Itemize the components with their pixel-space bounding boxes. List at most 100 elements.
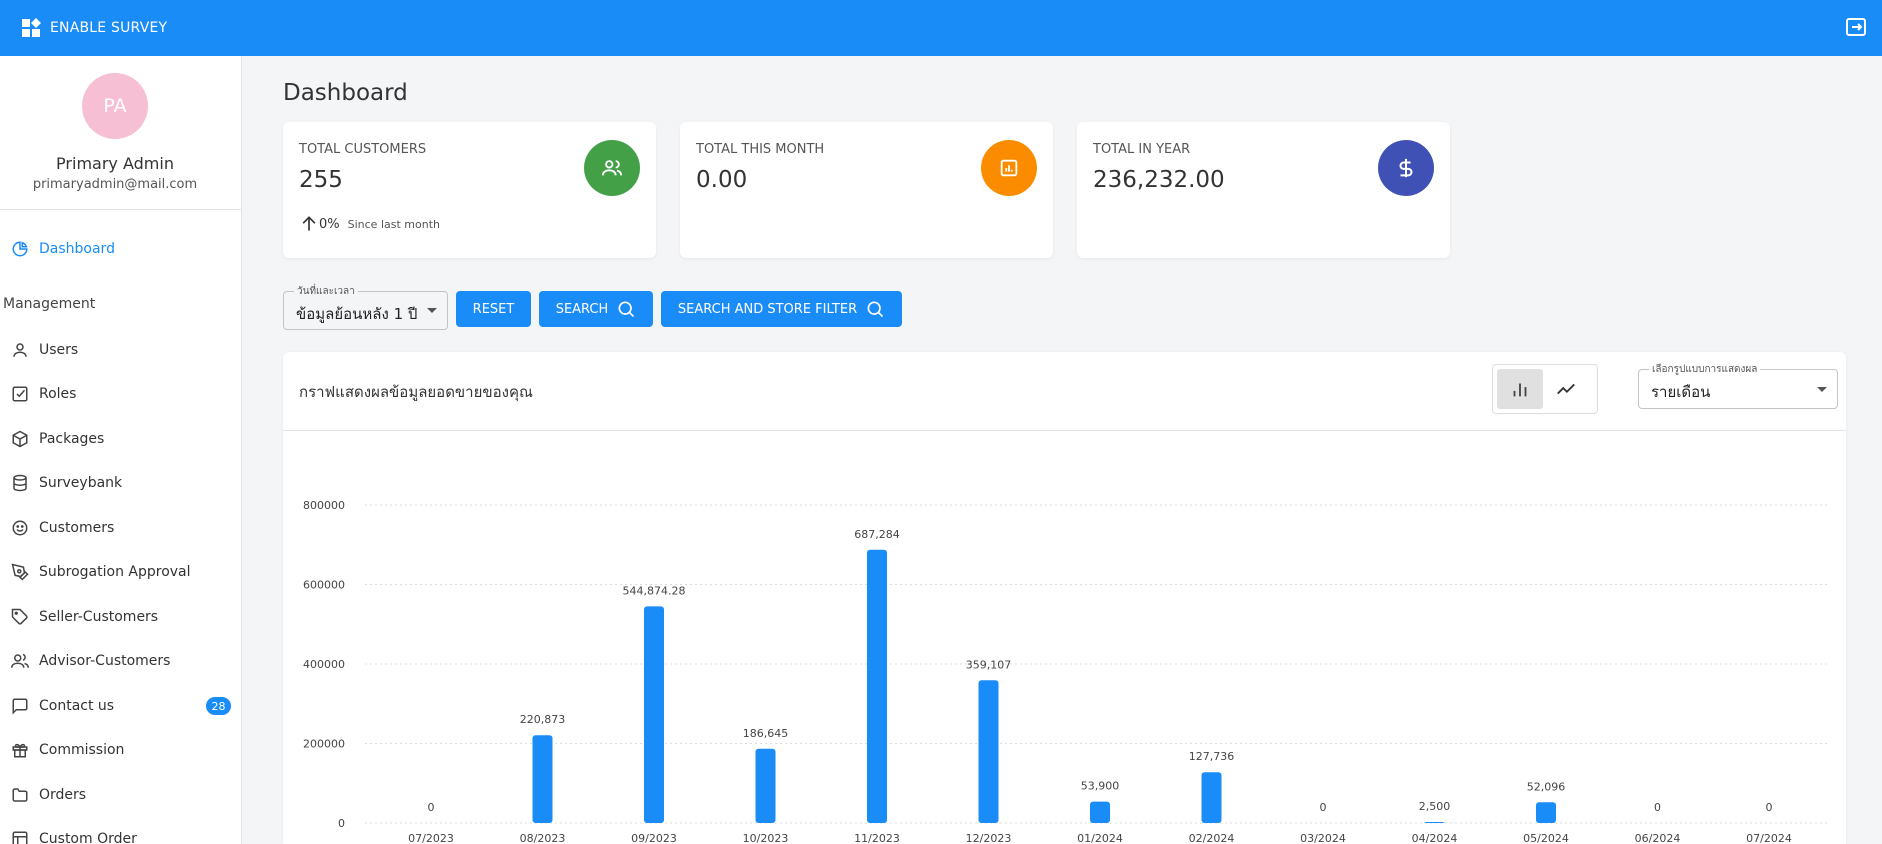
- search-icon: [618, 301, 635, 318]
- sidebar-item-customers[interactable]: Customers: [10, 510, 235, 546]
- sidebar: PA Primary Admin primaryadmin@mail.com D…: [0, 56, 242, 844]
- bar-value-label: 52,096: [1527, 780, 1566, 793]
- date-range-legend: วันที่และเวลา: [294, 284, 358, 299]
- search-store-button-label: SEARCH AND STORE FILTER: [677, 301, 858, 317]
- x-tick-label: 06/2024: [1635, 832, 1681, 844]
- search-and-store-filter-button[interactable]: SEARCH AND STORE FILTER: [661, 291, 902, 327]
- user-icon: [10, 340, 30, 360]
- y-tick-label: 400000: [303, 658, 345, 671]
- reset-button-label: RESET: [472, 301, 515, 317]
- sidebar-item-label: Users: [39, 342, 79, 358]
- bar-value-label: 2,500: [1419, 800, 1451, 813]
- bar-value-label: 127,736: [1189, 750, 1235, 763]
- pie-chart-icon: [10, 239, 30, 259]
- sidebar-item-packages[interactable]: Packages: [10, 421, 235, 457]
- date-range-select[interactable]: วันที่และเวลา ข้อมูลย้อนหลัง 1 ปี: [283, 284, 448, 330]
- reset-button[interactable]: RESET: [456, 291, 531, 327]
- card-total-customers: TOTAL CUSTOMERS 255 0% Since last month: [283, 122, 656, 258]
- sidebar-item-label: Orders: [39, 787, 87, 803]
- x-tick-label: 04/2024: [1412, 832, 1458, 844]
- arrow-up-icon: [302, 216, 316, 231]
- card-label: TOTAL IN YEAR: [1093, 142, 1191, 157]
- display-mode-legend: เลือกรูปแบบการแสดงผล: [1649, 362, 1761, 377]
- display-mode-value: รายเดือน: [1651, 383, 1711, 401]
- sidebar-item-surveybank[interactable]: Surveybank: [10, 465, 235, 501]
- sidebar-item-subrogation-approval[interactable]: Subrogation Approval: [10, 554, 235, 590]
- sidebar-item-label: Dashboard: [39, 241, 115, 257]
- bar: [1536, 802, 1556, 823]
- sidebar-item-roles[interactable]: Roles: [10, 376, 235, 412]
- sidebar-item-label: Customers: [39, 520, 115, 536]
- sidebar-item-advisor-customers[interactable]: Advisor-Customers: [10, 643, 235, 679]
- bar: [1424, 822, 1445, 824]
- card-label: TOTAL CUSTOMERS: [299, 142, 427, 157]
- display-mode-select[interactable]: เลือกรูปแบบการแสดงผล รายเดือน: [1638, 362, 1838, 409]
- top-app-bar: ENABLE SURVEY: [0, 0, 1882, 56]
- search-button[interactable]: SEARCH: [539, 291, 653, 327]
- bar-value-label: 0: [1766, 801, 1773, 814]
- sidebar-item-dashboard[interactable]: Dashboard: [10, 231, 235, 267]
- card-value: 0.00: [696, 167, 748, 193]
- sidebar-item-users[interactable]: Users: [10, 332, 235, 368]
- x-tick-label: 09/2023: [631, 832, 677, 844]
- package-icon: [10, 429, 30, 449]
- bar: [1090, 801, 1110, 823]
- logout-icon[interactable]: [1844, 15, 1868, 39]
- card-total-this-month: TOTAL THIS MONTH 0.00: [680, 122, 1053, 258]
- x-tick-label: 07/2024: [1746, 832, 1792, 844]
- users-icon: [10, 651, 30, 671]
- sidebar-divider: [0, 209, 241, 210]
- x-tick-label: 07/2023: [408, 832, 454, 844]
- sidebar-item-label: Subrogation Approval: [39, 564, 191, 580]
- bar-value-label: 220,873: [520, 713, 566, 726]
- folder-icon: [10, 785, 30, 805]
- tag-icon: [10, 607, 30, 627]
- x-tick-label: 01/2024: [1077, 832, 1123, 844]
- sales-bar-chart: 0 200000 400000 600000 800000 0 07/2023 220,873…: [303, 499, 1828, 844]
- card-label: TOTAL THIS MONTH: [696, 142, 825, 157]
- dashboard-logo-icon: [21, 18, 41, 38]
- x-tick-label: 10/2023: [743, 832, 789, 844]
- sidebar-item-label: Custom Order: [39, 831, 137, 844]
- chart-type-toggle: [1492, 364, 1598, 414]
- sidebar-item-custom-order[interactable]: Custom Order: [10, 821, 235, 844]
- card-total-in-year: TOTAL IN YEAR 236,232.00: [1077, 122, 1450, 258]
- bar: [644, 606, 664, 823]
- bar-chart-toggle[interactable]: [1497, 369, 1543, 409]
- avatar[interactable]: PA: [82, 73, 148, 139]
- sidebar-item-label: Commission: [39, 742, 125, 758]
- line-chart-toggle[interactable]: [1543, 369, 1589, 409]
- bar: [978, 680, 999, 823]
- report-icon: [981, 140, 1037, 196]
- bar: [1201, 772, 1222, 823]
- sidebar-item-seller-customers[interactable]: Seller-Customers: [10, 599, 235, 635]
- y-tick-label: 0: [338, 817, 345, 830]
- sidebar-item-label: Roles: [39, 386, 77, 402]
- bar-value-label: 544,874.28: [623, 584, 686, 597]
- contact-count-badge: 28: [206, 697, 231, 715]
- sidebar-item-commission[interactable]: Commission: [10, 732, 235, 768]
- x-tick-label: 03/2024: [1300, 832, 1346, 844]
- trend-caption: Since last month: [347, 217, 440, 231]
- trend-value: 0%: [319, 216, 340, 232]
- users-icon: [584, 140, 640, 196]
- card-trend: 0% Since last month: [299, 214, 440, 234]
- sidebar-item-label: Advisor-Customers: [39, 653, 171, 669]
- x-tick-label: 11/2023: [854, 832, 900, 844]
- user-email: primaryadmin@mail.com: [32, 177, 198, 192]
- bar-value-label: 0: [428, 801, 435, 814]
- x-tick-label: 05/2024: [1523, 832, 1569, 844]
- bar: [532, 735, 553, 823]
- sidebar-item-contact-us[interactable]: Contact us 28: [10, 688, 235, 724]
- sidebar-item-label: Packages: [39, 431, 105, 447]
- bar-value-label: 186,645: [743, 727, 789, 740]
- message-icon: [10, 696, 30, 716]
- sidebar-item-orders[interactable]: Orders: [10, 777, 235, 813]
- sidebar-item-label: Seller-Customers: [39, 609, 159, 625]
- user-name: Primary Admin: [56, 154, 174, 173]
- search-button-label: SEARCH: [555, 301, 609, 317]
- sales-chart-panel: กราฟแสดงผลข้อมูลยอดขายของคุณ เลือกรูปแบบ…: [283, 352, 1846, 844]
- x-tick-label: 08/2023: [520, 832, 566, 844]
- bar-value-label: 0: [1654, 801, 1661, 814]
- chevron-down-icon: [1817, 387, 1827, 392]
